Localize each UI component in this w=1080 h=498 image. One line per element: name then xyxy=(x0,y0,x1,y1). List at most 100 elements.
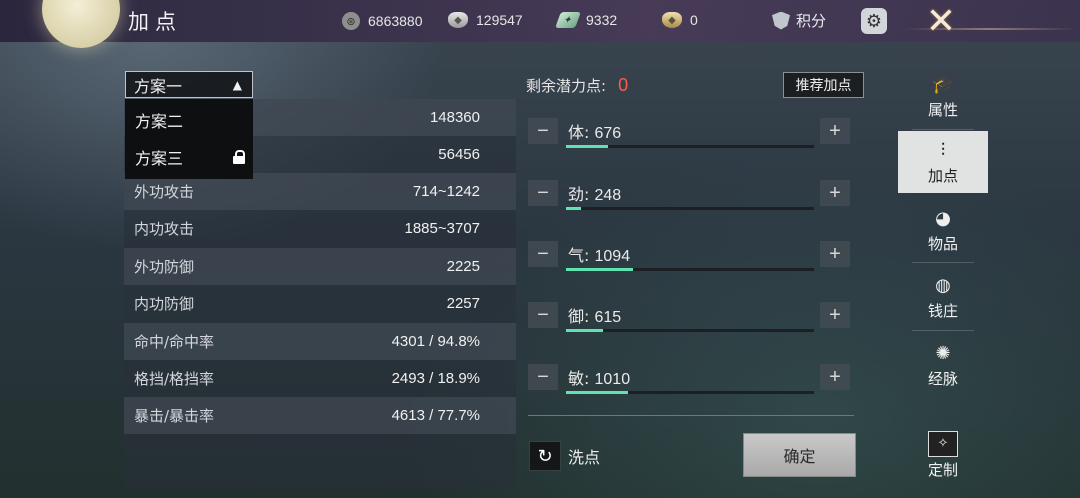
resource-silver-value: 129547 xyxy=(476,12,523,28)
reset-points-label: 洗点 xyxy=(568,448,601,467)
lock-icon xyxy=(233,150,245,164)
nav-divider xyxy=(912,262,974,263)
increase-button[interactable]: + xyxy=(820,302,850,328)
jade-icon: ✦ xyxy=(555,12,581,28)
plus-icon: + xyxy=(829,303,841,326)
remaining-points: 剩余潜力点: 0 xyxy=(526,75,628,96)
plan-option-label: 方案二 xyxy=(135,112,184,131)
bag-icon: ◕ xyxy=(935,208,951,229)
attr-value: 248 xyxy=(594,187,622,204)
nav-item-meridian[interactable]: ✺ 经脉 xyxy=(898,334,988,396)
side-nav: 🎓 属性 ⫶ 加点 ◕ 物品 ◍ 钱庄 ✺ 经脉 ✧ 定制 xyxy=(898,62,988,498)
stat-label: 格挡/格挡率 xyxy=(134,370,215,388)
stat-value: 2257 xyxy=(446,295,480,312)
resource-jade-value: 9332 xyxy=(586,12,618,28)
attr-progress-fill xyxy=(566,145,609,148)
plan-selected-label: 方案一 xyxy=(134,76,183,96)
shield-icon xyxy=(772,11,790,30)
attr-progress-track xyxy=(566,268,814,271)
nav-item-bank[interactable]: ◍ 钱庄 xyxy=(898,266,988,328)
plus-icon: + xyxy=(829,365,841,388)
minus-icon: − xyxy=(537,181,549,204)
nav-item-items[interactable]: ◕ 物品 xyxy=(898,199,988,261)
stat-label: 暴击/暴击率 xyxy=(134,407,215,425)
coin-icon: ⊛ xyxy=(342,12,360,30)
increase-button[interactable]: + xyxy=(820,364,850,390)
stat-row: 格挡/格挡率 2493 / 18.9% xyxy=(124,360,516,397)
plan-option-2[interactable]: 方案二 xyxy=(125,102,253,138)
attr-progress-fill xyxy=(566,329,604,332)
refresh-icon: ↻ xyxy=(537,445,553,467)
increase-button[interactable]: + xyxy=(820,118,850,144)
attr-progress-track xyxy=(566,329,814,332)
stat-value: 714~1242 xyxy=(412,183,480,200)
nav-label: 属性 xyxy=(927,100,958,119)
gear-icon: ⚙ xyxy=(865,10,883,32)
attr-label: 体: 676 xyxy=(568,123,622,142)
resource-jade: ✦ 9332 xyxy=(555,12,618,28)
remaining-value: 0 xyxy=(618,75,629,95)
decrease-button[interactable]: − xyxy=(528,180,558,206)
confirm-button[interactable]: 确定 xyxy=(743,433,856,477)
decrease-button[interactable]: − xyxy=(528,118,558,144)
attr-value: 676 xyxy=(594,125,622,142)
decrease-button[interactable]: − xyxy=(528,364,558,390)
nav-item-attributes[interactable]: 🎓 属性 xyxy=(898,65,988,127)
silver-ingot-icon: ◆ xyxy=(448,12,468,28)
nav-divider xyxy=(912,330,974,331)
increase-button[interactable]: + xyxy=(820,180,850,206)
scholar-icon: 🎓 xyxy=(931,74,955,95)
stat-value: 56456 xyxy=(438,146,480,163)
nav-label: 定制 xyxy=(927,460,958,479)
plan-option-3[interactable]: 方案三 xyxy=(125,139,253,175)
stat-label: 外功防御 xyxy=(134,258,195,276)
stat-row: 暴击/暴击率 4613 / 77.7% xyxy=(124,397,516,434)
minus-icon: − xyxy=(537,119,549,142)
top-bar: 加点 ⊛ 6863880 ◆ 129547 ✦ 9332 ◆ 0 积分 ⚙ ✕ xyxy=(0,0,1080,48)
plus-icon: + xyxy=(829,242,841,265)
attr-label: 敏: 1010 xyxy=(568,369,631,388)
stat-label: 内功攻击 xyxy=(134,220,195,238)
reset-points-button[interactable]: ↻ xyxy=(529,441,561,471)
resource-coin: ⊛ 6863880 xyxy=(342,12,423,30)
nav-label: 经脉 xyxy=(927,369,958,388)
sliders-icon: ⫶ xyxy=(940,140,946,161)
attr-value: 1094 xyxy=(594,248,631,265)
minus-icon: − xyxy=(537,242,549,265)
points-button[interactable]: 积分 xyxy=(772,10,826,31)
nav-item-custom[interactable]: ✧ 定制 xyxy=(898,424,988,486)
attr-progress-fill xyxy=(566,391,628,394)
plus-icon: + xyxy=(829,181,841,204)
decrease-button[interactable]: − xyxy=(528,241,558,267)
confirm-label: 确定 xyxy=(783,447,816,466)
plan-option-label: 方案三 xyxy=(135,149,184,168)
stat-value: 2225 xyxy=(446,258,480,275)
plan-dropdown[interactable]: 方案一 ▲ xyxy=(125,71,253,98)
attr-progress-fill xyxy=(566,207,581,210)
points-label: 积分 xyxy=(796,12,827,30)
decrease-button[interactable]: − xyxy=(528,302,558,328)
attr-name: 敏 xyxy=(568,369,585,388)
attr-progress-fill xyxy=(566,268,633,271)
attr-progress-track xyxy=(566,145,814,148)
resource-gold-value: 0 xyxy=(690,12,698,28)
recommend-label: 推荐加点 xyxy=(795,78,852,94)
attr-label: 御: 615 xyxy=(568,307,622,326)
close-button[interactable]: ✕ xyxy=(918,0,964,42)
remaining-label: 剩余潜力点: xyxy=(526,77,607,95)
plan-dropdown-menu: 方案二 方案三 xyxy=(125,99,253,179)
settings-button[interactable]: ⚙ xyxy=(861,8,887,34)
stat-label: 外功攻击 xyxy=(134,183,195,201)
attr-name: 体 xyxy=(568,123,585,142)
recommend-button[interactable]: 推荐加点 xyxy=(783,72,864,98)
stat-value: 4301 / 94.8% xyxy=(391,333,480,350)
stat-label: 内功防御 xyxy=(134,295,195,313)
increase-button[interactable]: + xyxy=(820,241,850,267)
gold-ingot-icon: ◆ xyxy=(662,12,682,28)
moon-decoration xyxy=(42,0,120,48)
stat-value: 2493 / 18.9% xyxy=(391,370,480,387)
stat-row: 命中/命中率 4301 / 94.8% xyxy=(124,323,516,360)
nav-item-allocate[interactable]: ⫶ 加点 xyxy=(898,131,988,193)
attr-name: 御 xyxy=(568,307,585,326)
attr-row-min: − 敏: 1010 + xyxy=(528,364,854,404)
